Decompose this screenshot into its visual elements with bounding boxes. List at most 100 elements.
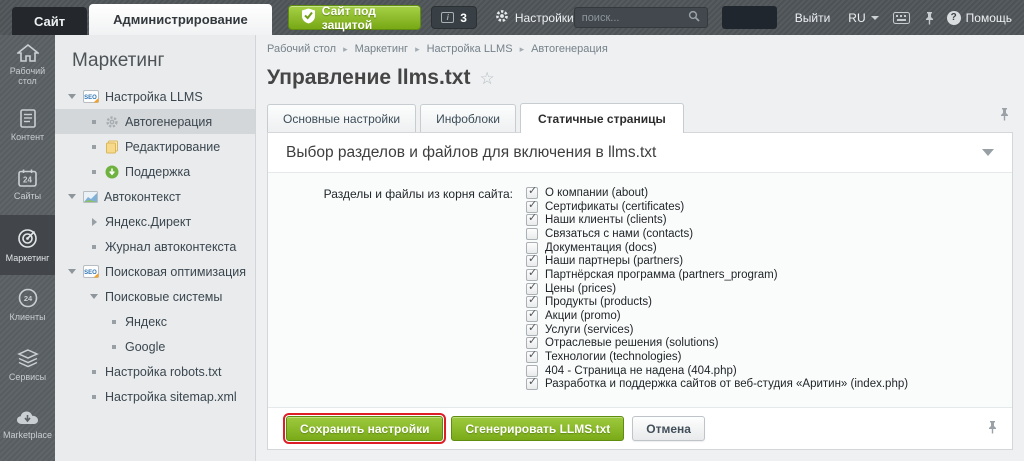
checkbox[interactable] <box>526 350 538 364</box>
checkbox-label: 404 - Страница не надена (404.php) <box>545 364 737 377</box>
sidebar-item-avtokontekst[interactable]: Автоконтекст <box>55 184 255 209</box>
checkbox[interactable] <box>526 186 538 199</box>
checkbox[interactable] <box>526 309 538 323</box>
chart-icon <box>83 190 98 203</box>
logout-button[interactable]: Выйти <box>795 11 831 25</box>
chevron-down-icon <box>870 15 879 20</box>
rail-item-clients[interactable]: 24 Клиенты <box>0 275 55 335</box>
checkbox-option-docs[interactable]: Документация (docs) <box>526 241 908 255</box>
rail-item-desktop[interactable]: Рабочий стол <box>0 35 55 95</box>
checkbox[interactable] <box>526 254 538 268</box>
checkbox-option-products[interactable]: Продукты (products) <box>526 295 908 310</box>
checkbox[interactable] <box>526 227 538 240</box>
sidebar-item-label: Поддержка <box>125 164 191 179</box>
seo-icon: SEO <box>83 265 99 278</box>
checkbox-option-promo[interactable]: Акции (promo) <box>526 309 908 323</box>
chevron-down-icon[interactable] <box>982 149 994 156</box>
tab-site[interactable]: Сайт <box>12 7 88 35</box>
layers-icon <box>16 348 39 368</box>
checkbox[interactable] <box>526 282 538 295</box>
settings-button[interactable]: Настройки <box>495 9 574 26</box>
info-bubble-icon: i <box>441 12 455 23</box>
rail-item-sites[interactable]: 24 Сайты <box>0 155 55 215</box>
gear-icon <box>105 115 119 129</box>
checkbox-option-prices[interactable]: Цены (prices) <box>526 282 908 296</box>
user-menu-placeholder[interactable] <box>721 6 777 29</box>
sidebar-item-nastroyka-llms[interactable]: SEO Настройка LLMS <box>55 84 255 109</box>
checkbox[interactable] <box>526 241 538 254</box>
checkbox-option-clients[interactable]: Наши клиенты (clients) <box>526 213 908 227</box>
checkbox-option-certificates[interactable]: Сертификаты (certificates) <box>526 200 908 214</box>
documents-icon <box>105 140 119 154</box>
checkbox-option-technologies[interactable]: Технологии (technologies) <box>526 350 908 364</box>
sidebar-item-zhurnal-avtokonteksta[interactable]: Журнал автоконтекста <box>55 234 255 259</box>
chevron-down-icon <box>90 294 98 299</box>
breadcrumb-separator-icon: ▸ <box>343 43 348 54</box>
checkbox-option-contacts[interactable]: Связаться с нами (contacts) <box>526 227 908 241</box>
help-button[interactable]: ? Помощь <box>946 10 1012 25</box>
sidebar-item-avtogeneratsiya[interactable]: Автогенерация <box>55 109 255 134</box>
checkbox-label: Наши клиенты (clients) <box>545 214 667 227</box>
magnifier-icon[interactable] <box>688 9 700 27</box>
breadcrumb-separator-icon: ▸ <box>519 43 525 54</box>
sidebar-item-label: Google <box>125 339 166 354</box>
notifications-count: 3 <box>460 10 467 25</box>
rail-item-services[interactable]: Сервисы <box>0 335 55 395</box>
sidebar-item-poiskovaya-optimizatsiya[interactable]: SEO Поисковая оптимизация <box>55 259 255 284</box>
breadcrumb-item[interactable]: Автогенерация <box>531 43 608 55</box>
cancel-button[interactable]: Отмена <box>632 416 705 441</box>
checkbox-option-partners[interactable]: Наши партнеры (partners) <box>526 254 908 268</box>
rail-item-marketplace[interactable]: Marketplace <box>0 395 55 455</box>
home-icon <box>16 44 39 62</box>
rail-item-label: Сайты <box>13 191 42 201</box>
save-settings-label: Сохранить настройки <box>300 421 430 436</box>
checkbox[interactable] <box>526 295 538 309</box>
breadcrumb-item[interactable]: Рабочий стол <box>267 43 336 55</box>
star-icon[interactable]: ☆ <box>479 70 494 87</box>
sidebar-item-poiskovye-sistemy[interactable]: Поисковые системы <box>55 284 255 309</box>
section-body: Разделы и файлы из корня сайта: О компан… <box>268 172 1012 408</box>
bullet-icon <box>92 369 96 374</box>
search-box <box>573 7 708 28</box>
breadcrumb-item[interactable]: Маркетинг <box>355 43 408 55</box>
checkbox[interactable] <box>526 364 538 377</box>
generate-llms-button[interactable]: Сгенерировать LLMS.txt <box>451 416 625 441</box>
tab-site-label: Сайт <box>34 13 66 29</box>
sidebar-item-google[interactable]: Google <box>55 334 255 359</box>
sidebar-item-podderzhka[interactable]: Поддержка <box>55 159 255 184</box>
tab-administration[interactable]: Администрирование <box>89 4 272 35</box>
sidebar-item-nastroyka-robots[interactable]: Настройка robots.txt <box>55 359 255 384</box>
pin-icon[interactable] <box>999 107 1010 126</box>
checkbox[interactable] <box>526 268 538 281</box>
rail-item-content[interactable]: Контент <box>0 95 55 155</box>
sidebar-item-redaktirovanie[interactable]: Редактирование <box>55 134 255 159</box>
tab-main-settings[interactable]: Основные настройки <box>267 104 417 132</box>
checkbox[interactable] <box>526 213 538 227</box>
checkbox[interactable] <box>526 200 538 213</box>
tab-infoblocks[interactable]: Инфоблоки <box>420 104 516 132</box>
notifications-badge[interactable]: i 3 <box>431 6 477 29</box>
search-input[interactable] <box>581 11 688 24</box>
save-settings-button[interactable]: Сохранить настройки <box>282 413 447 444</box>
language-select[interactable]: RU <box>848 11 879 25</box>
rail-item-marketing[interactable]: Маркетинг <box>0 215 55 275</box>
checkbox-option-index[interactable]: Разработка и поддержка сайтов от веб-сту… <box>526 377 908 392</box>
checkbox[interactable] <box>526 377 538 391</box>
sidebar-item-yandex[interactable]: Яндекс <box>55 309 255 334</box>
rail-item-label: Marketplace <box>2 430 53 440</box>
checkbox-option-partners-program[interactable]: Партнёрская программа (partners_program) <box>526 268 908 282</box>
sidebar-item-yandex-direkt[interactable]: Яндекс.Директ <box>55 209 255 234</box>
breadcrumb-item[interactable]: Настройка LLMS <box>427 43 513 55</box>
checkbox-option-services[interactable]: Услуги (services) <box>526 323 908 337</box>
checkbox[interactable] <box>526 336 538 350</box>
sidebar-item-nastroyka-sitemap[interactable]: Настройка sitemap.xml <box>55 384 255 409</box>
site-protected-button[interactable]: Сайт под защитой <box>287 4 422 32</box>
pin-icon[interactable] <box>987 420 998 439</box>
checkbox-option-about[interactable]: О компании (about) <box>526 186 908 200</box>
pin-icon[interactable] <box>924 11 935 25</box>
checkbox[interactable] <box>526 323 538 336</box>
tab-static-pages[interactable]: Статичные страницы <box>519 103 684 133</box>
keyboard-icon[interactable] <box>892 11 910 24</box>
checkbox-option-404[interactable]: 404 - Страница не надена (404.php) <box>526 364 908 378</box>
checkbox-option-solutions[interactable]: Отраслевые решения (solutions) <box>526 336 908 351</box>
